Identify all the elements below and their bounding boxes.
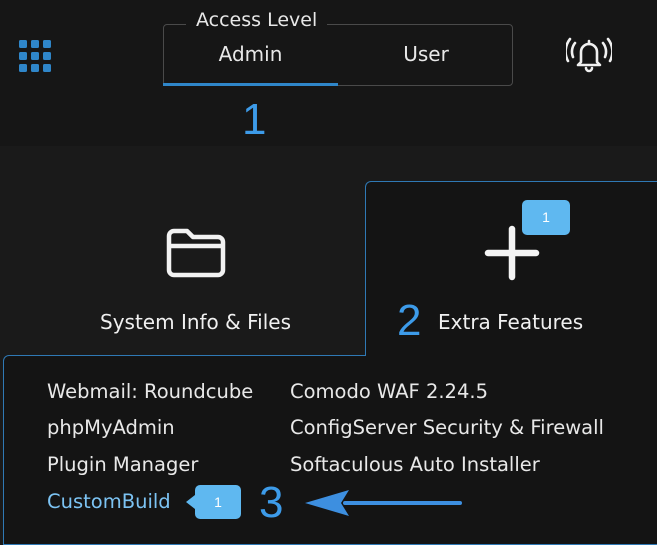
tab-user[interactable]: User: [340, 42, 512, 70]
step-marker-1: 1: [242, 95, 267, 144]
apps-grid-icon[interactable]: [19, 40, 51, 72]
step-marker-3: 3: [259, 478, 284, 527]
menu-item-comodo-waf[interactable]: Comodo WAF 2.24.5: [290, 380, 488, 403]
menu-item-softaculous[interactable]: Softaculous Auto Installer: [290, 453, 540, 476]
system-info-files-label: System Info & Files: [100, 310, 291, 334]
dropdown-joint: [366, 354, 657, 357]
access-level-legend: Access Level: [186, 9, 328, 31]
step-marker-2: 2: [397, 296, 422, 345]
extra-features-label: Extra Features: [438, 310, 584, 334]
menu-item-phpmyadmin[interactable]: phpMyAdmin: [47, 416, 175, 439]
bell-ringing-icon[interactable]: [566, 34, 612, 74]
menu-item-webmail-roundcube[interactable]: Webmail: Roundcube: [47, 380, 253, 403]
custombuild-badge: 1: [186, 485, 241, 519]
tab-admin[interactable]: Admin: [164, 42, 337, 70]
menu-item-plugin-manager[interactable]: Plugin Manager: [47, 453, 198, 476]
folder-icon: [166, 228, 226, 278]
menu-item-configserver-firewall[interactable]: ConfigServer Security & Firewall: [290, 416, 604, 439]
active-tab-indicator: [163, 83, 338, 86]
arrow-left-icon: [305, 490, 462, 516]
extra-features-badge: 1: [522, 200, 570, 235]
menu-item-custombuild[interactable]: CustomBuild: [47, 490, 171, 513]
